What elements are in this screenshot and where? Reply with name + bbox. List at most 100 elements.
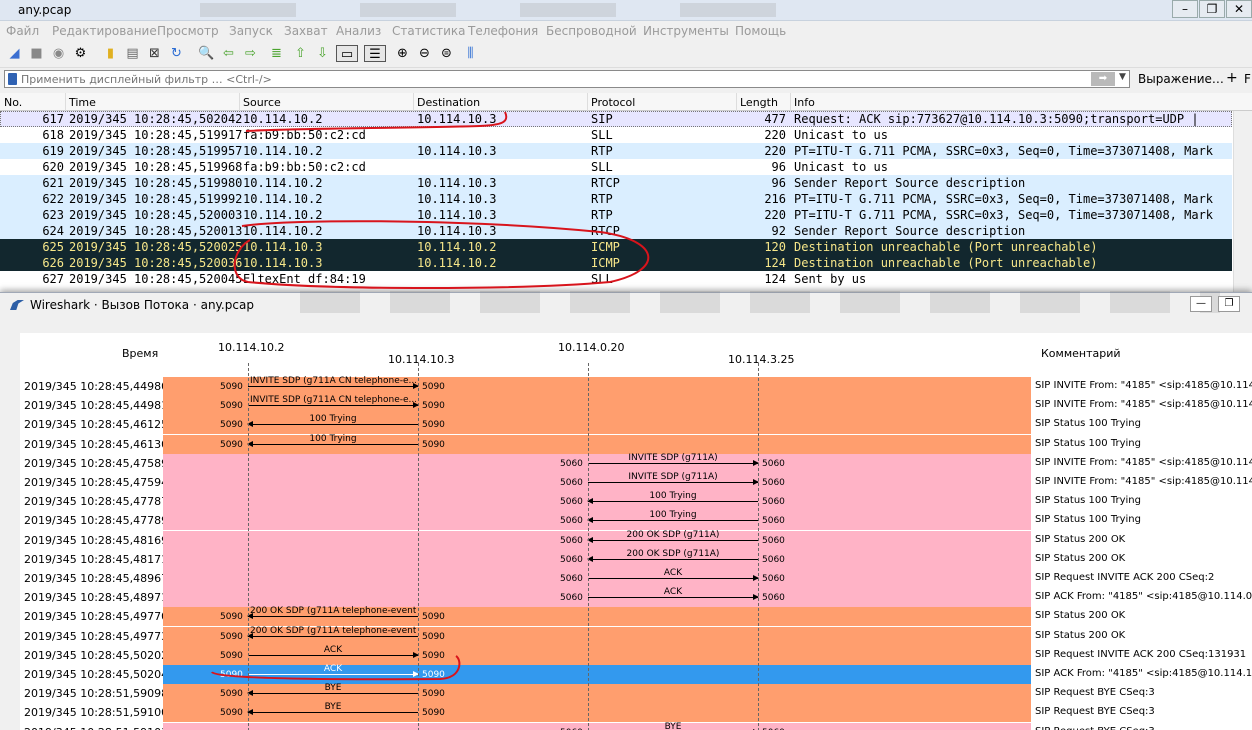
- flow-row[interactable]: 2019/345 10:28:45,489674 ACK 5060 5060 SIP R…: [20, 568, 1252, 588]
- capture-options-icon[interactable]: ⚙: [72, 45, 89, 62]
- display-filter-input[interactable]: [21, 72, 1071, 87]
- flow-band[interactable]: 200 OK SDP (g711A telephone-event) 5090 50…: [163, 606, 1031, 627]
- flow-row[interactable]: 2019/345 10:28:45,497732 200 OK SDP (g711…: [20, 626, 1252, 646]
- menu-item[interactable]: Редактирование: [52, 24, 157, 38]
- flow-band[interactable]: INVITE SDP (g711A CN telephone-e... 5090 5…: [163, 376, 1031, 396]
- stop-capture-icon[interactable]: ■: [28, 45, 45, 62]
- flow-arrow[interactable]: [587, 517, 758, 524]
- normal-size-icon[interactable]: ⊜: [438, 45, 455, 62]
- packet-row[interactable]: 617 2019/345 10:28:45,502042 10.114.10.2 10…: [0, 111, 1232, 127]
- column-header[interactable]: Time: [69, 96, 96, 109]
- packet-row[interactable]: 622 2019/345 10:28:45,519992 10.114.10.2 10…: [0, 191, 1232, 207]
- menu-item[interactable]: Беспроводной: [546, 24, 637, 38]
- column-separator[interactable]: [790, 93, 791, 111]
- packet-row[interactable]: 621 2019/345 10:28:45,519980 10.114.10.2 10…: [0, 175, 1232, 191]
- flow-row[interactable]: 2019/345 10:28:51,590987 BYE 5090 5090 SIP R…: [20, 683, 1252, 704]
- zoom-in-icon[interactable]: ⊕: [394, 45, 411, 62]
- flow-arrow[interactable]: [587, 536, 758, 543]
- menu-item[interactable]: Запуск: [229, 24, 273, 38]
- flow-row[interactable]: 2019/345 10:28:45,502029 ACK 5090 5090 SIP R…: [20, 645, 1252, 665]
- menu-item[interactable]: Инструменты: [643, 24, 729, 38]
- menu-item[interactable]: Статистика: [392, 24, 466, 38]
- flow-band[interactable]: 200 OK SDP (g711A telephone-event) 5090 50…: [163, 626, 1031, 646]
- flow-arrow[interactable]: [588, 479, 759, 485]
- flow-row[interactable]: 2019/345 10:28:45,481710 200 OK SDP (g711…: [20, 549, 1252, 569]
- column-separator[interactable]: [239, 93, 240, 111]
- flow-row[interactable]: 2019/345 10:28:45,449801 INVITE SDP (g711…: [20, 376, 1252, 396]
- find-packet-icon[interactable]: 🔍: [198, 45, 215, 62]
- packet-row[interactable]: 619 2019/345 10:28:45,519957 10.114.10.2 10…: [0, 143, 1232, 159]
- column-header[interactable]: Length: [740, 96, 778, 109]
- last-packet-icon[interactable]: ⇩: [314, 45, 331, 62]
- save-file-icon[interactable]: ▤: [124, 45, 141, 62]
- flow-band[interactable]: INVITE SDP (g711A) 5060 5060: [163, 453, 1031, 473]
- bookmark-icon[interactable]: [8, 73, 17, 85]
- flow-row[interactable]: 2019/345 10:28:45,449816 INVITE SDP (g711…: [20, 395, 1252, 416]
- flow-band[interactable]: 200 OK SDP (g711A) 5060 5060: [163, 530, 1031, 550]
- packet-row[interactable]: 623 2019/345 10:28:45,520003 10.114.10.2 10…: [0, 207, 1232, 223]
- flow-band[interactable]: 200 OK SDP (g711A) 5060 5060: [163, 549, 1031, 569]
- flow-row[interactable]: 2019/345 10:28:45,477873 100 Trying 5060 50…: [20, 491, 1252, 512]
- flow-arrow[interactable]: [248, 383, 419, 389]
- flow-band[interactable]: ACK 5090 5090: [163, 664, 1031, 684]
- column-header[interactable]: Info: [794, 96, 815, 109]
- flow-arrow[interactable]: [587, 498, 758, 505]
- go-to-packet-icon[interactable]: ≣: [268, 45, 285, 62]
- flow-band[interactable]: INVITE SDP (g711A CN telephone-e... 5090 5…: [163, 395, 1031, 416]
- flow-band[interactable]: ACK 5060 5060: [163, 568, 1031, 588]
- flow-row[interactable]: 2019/345 10:28:45,461250 100 Trying 5090 50…: [20, 414, 1252, 435]
- flow-band[interactable]: BYE50605060: [163, 722, 1031, 730]
- maximize-icon[interactable]: ❐: [1199, 0, 1225, 18]
- go-forward-icon[interactable]: ⇨: [242, 45, 259, 62]
- flow-arrow[interactable]: [248, 651, 419, 658]
- packet-list-scrollbar[interactable]: [1233, 111, 1252, 293]
- expression-button[interactable]: Выражение…: [1138, 72, 1224, 86]
- flow-arrow[interactable]: [247, 613, 418, 620]
- flow-band[interactable]: ACK 5060 5060: [163, 587, 1031, 608]
- colorize-icon[interactable]: ☰: [364, 45, 386, 62]
- menu-item[interactable]: Файл: [6, 24, 39, 38]
- dialog-minimize-icon[interactable]: —: [1190, 296, 1212, 312]
- menu-item[interactable]: Анализ: [336, 24, 381, 38]
- flow-row[interactable]: 2019/345 10:28:45,461308 100 Trying 5090 50…: [20, 434, 1252, 454]
- packet-row[interactable]: 620 2019/345 10:28:45,519968 fa:b9:bb:50:c…: [0, 159, 1232, 175]
- apply-filter-icon[interactable]: ➡: [1091, 72, 1115, 86]
- flow-graph[interactable]: Время Комментарий 10.114.10.2 10.114.10.3…: [20, 333, 1252, 730]
- flow-band[interactable]: BYE 5090 5090: [163, 702, 1031, 723]
- flow-row[interactable]: 2019/345 10:28:45,475898 INVITE SDP (g711…: [20, 453, 1252, 473]
- resize-columns-icon[interactable]: ⫼: [462, 45, 479, 62]
- flow-band[interactable]: 100 Trying 5090 5090: [163, 434, 1031, 454]
- flow-row[interactable]: 2019/345 10:28:51,591033BYE50605060 SIP R…: [20, 722, 1252, 730]
- column-header[interactable]: No.: [4, 96, 22, 109]
- flow-row[interactable]: 2019/345 10:28:45,481698 200 OK SDP (g711…: [20, 530, 1252, 550]
- menu-item[interactable]: Захват: [284, 24, 328, 38]
- column-header[interactable]: Destination: [417, 96, 480, 109]
- start-capture-icon[interactable]: ◢: [6, 45, 23, 62]
- flow-arrow[interactable]: [588, 459, 759, 466]
- chevron-down-icon[interactable]: ▼: [1119, 72, 1126, 82]
- minimize-icon[interactable]: –: [1172, 0, 1198, 18]
- flow-band[interactable]: 100 Trying 5090 5090: [163, 414, 1031, 435]
- menu-item[interactable]: Просмотр: [157, 24, 219, 38]
- close-icon[interactable]: ✕: [1226, 0, 1252, 18]
- add-filter-button[interactable]: +: [1226, 70, 1238, 86]
- menu-item[interactable]: Помощь: [735, 24, 786, 38]
- flow-arrow[interactable]: [588, 575, 759, 581]
- flow-arrow[interactable]: [247, 709, 418, 716]
- flow-row[interactable]: 2019/345 10:28:45,497704 200 OK SDP (g711…: [20, 606, 1252, 627]
- flow-band[interactable]: 100 Trying 5060 5060: [163, 491, 1031, 512]
- packet-row[interactable]: 618 2019/345 10:28:45,519917 fa:b9:bb:50:c…: [0, 127, 1232, 143]
- packet-row[interactable]: 625 2019/345 10:28:45,520025 10.114.10.3 10…: [0, 239, 1232, 255]
- flow-row[interactable]: 2019/345 10:28:45,477897 100 Trying 5060 50…: [20, 510, 1252, 531]
- flow-band[interactable]: BYE 5090 5090: [163, 683, 1031, 704]
- menu-item[interactable]: Телефония: [468, 24, 538, 38]
- reload-file-icon[interactable]: ↻: [168, 45, 185, 62]
- flow-arrow[interactable]: [247, 632, 418, 639]
- restart-capture-icon[interactable]: ◉: [50, 45, 67, 62]
- column-separator[interactable]: [587, 93, 588, 111]
- column-header[interactable]: Protocol: [591, 96, 635, 109]
- packet-row[interactable]: 624 2019/345 10:28:45,520013 10.114.10.2 10…: [0, 223, 1232, 239]
- flow-arrow[interactable]: [248, 671, 419, 677]
- flow-row[interactable]: 2019/345 10:28:45,502042 ACK 5090 5090 SIP A…: [20, 664, 1252, 684]
- flow-band[interactable]: ACK 5090 5090: [163, 645, 1031, 665]
